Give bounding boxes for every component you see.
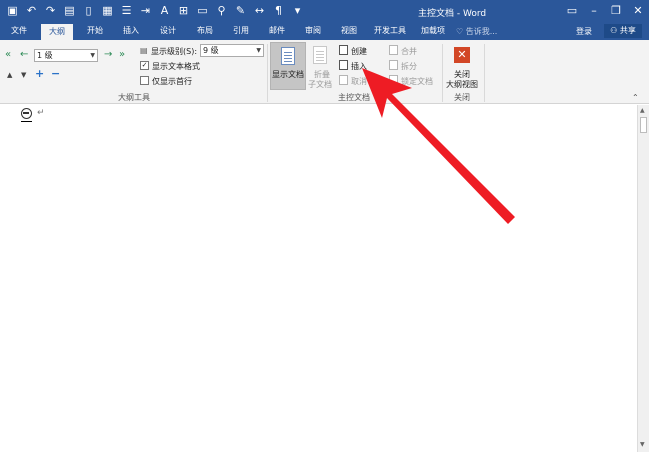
paragraph-mark: ↵ — [37, 108, 45, 118]
show-document-button[interactable] — [270, 42, 306, 90]
scroll-up-icon[interactable]: ▲ — [640, 107, 645, 114]
close-outline-view-icon[interactable]: ✕ — [454, 47, 470, 63]
merge-icon[interactable] — [389, 45, 398, 55]
text-cursor — [21, 121, 32, 122]
outline-level-select[interactable]: 1 级 ▼ — [34, 49, 98, 62]
tab-design[interactable]: 设计 — [153, 22, 183, 40]
show-text-format-label: 显示文本格式 — [152, 62, 200, 71]
restore-icon[interactable]: ❐ — [605, 0, 627, 22]
create-label[interactable]: 创建 — [351, 46, 367, 57]
move-down-icon[interactable]: ▼ — [21, 71, 26, 79]
group-separator — [484, 44, 485, 102]
window-title: 主控文档 - Word — [418, 9, 487, 19]
undo-icon[interactable]: ↶ — [23, 3, 40, 19]
demote-icon[interactable]: → — [104, 49, 112, 60]
font-color-icon[interactable]: A — [156, 3, 173, 19]
group-separator — [267, 44, 268, 102]
window-controls: ▭ – ❐ ✕ — [561, 0, 649, 22]
chevron-down-icon: ▼ — [90, 52, 95, 59]
lock-document-label[interactable]: 锁定文档 — [401, 76, 433, 87]
minimize-icon[interactable]: – — [583, 0, 605, 22]
group-separator — [442, 44, 443, 102]
share-button[interactable]: ⚇ 共享 — [604, 24, 642, 38]
master-document-group-label: 主控文档 — [338, 93, 370, 102]
paragraph-icon[interactable]: ¶ — [270, 3, 287, 19]
tab-layout[interactable]: 布局 — [190, 22, 220, 40]
outline-bullet-icon[interactable] — [21, 108, 32, 119]
move-icon[interactable]: ⇥ — [137, 3, 154, 19]
tab-references[interactable]: 引用 — [226, 22, 256, 40]
split-icon[interactable] — [389, 60, 398, 70]
tab-insert[interactable]: 插入 — [116, 22, 146, 40]
format-painter-icon[interactable]: ✎ — [232, 3, 249, 19]
paste-icon[interactable]: ▦ — [99, 3, 116, 19]
horizontal-spacing-icon[interactable]: ↔ — [251, 3, 268, 19]
login-link[interactable]: 登录 — [576, 26, 592, 37]
merge-label[interactable]: 合并 — [401, 46, 417, 57]
show-level-value: 9 级 — [203, 46, 219, 55]
show-first-line-checkbox[interactable] — [140, 76, 149, 85]
outline-tools-group-label: 大纲工具 — [118, 93, 150, 102]
collapse-ribbon-icon[interactable]: ⌃ — [632, 93, 639, 102]
tab-mailings[interactable]: 邮件 — [262, 22, 292, 40]
create-subdocument-icon[interactable] — [339, 45, 348, 55]
tab-outline[interactable]: 大纲 — [41, 24, 73, 40]
unlink-subdocument-icon[interactable] — [339, 75, 348, 85]
spacing-icon[interactable]: ▭ — [194, 3, 211, 19]
lightbulb-icon: ♡ — [456, 27, 464, 36]
customize-toolbar-icon[interactable]: ▾ — [289, 3, 306, 19]
tab-developer[interactable]: 开发工具 — [369, 22, 411, 40]
move-up-icon[interactable]: ▲ — [7, 71, 12, 79]
demote-to-body-icon[interactable]: » — [119, 49, 125, 60]
title-bar: ▣ ↶ ↷ ▤ ▯ ▦ ☰ ⇥ A ⊞ ▭ ⚲ ✎ ↔ ¶ ▾ 主控文档 - W… — [0, 0, 649, 22]
chevron-down-icon: ▼ — [256, 47, 261, 54]
expand-icon[interactable]: + — [35, 67, 44, 80]
share-label: 共享 — [619, 26, 636, 35]
insert-subdocument-icon[interactable] — [339, 60, 348, 70]
tab-home[interactable]: 开始 — [80, 22, 110, 40]
save-icon[interactable]: ▣ — [4, 3, 21, 19]
vertical-scrollbar[interactable]: ▲ ▼ — [637, 105, 649, 452]
ribbon-tabs: 文件 大纲 开始 插入 设计 布局 引用 邮件 审阅 视图 开发工具 加载项 ♡… — [0, 22, 649, 40]
tab-addins[interactable]: 加载项 — [416, 22, 450, 40]
scroll-thumb[interactable] — [640, 117, 647, 133]
promote-icon[interactable]: ← — [20, 49, 28, 60]
close-outline-label-2[interactable]: 大纲视图 — [446, 79, 478, 90]
tab-file[interactable]: 文件 — [4, 22, 34, 40]
collapse-subdocuments-icon[interactable] — [313, 46, 327, 64]
tell-me-box[interactable]: ♡ 告诉我... — [456, 26, 497, 37]
new-document-icon[interactable]: ▯ — [80, 3, 97, 19]
print-preview-icon[interactable]: ▤ — [61, 3, 78, 19]
show-text-format-checkbox[interactable]: ✓ — [140, 61, 149, 70]
quick-access-toolbar: ▣ ↶ ↷ ▤ ▯ ▦ ☰ ⇥ A ⊞ ▭ ⚲ ✎ ↔ ¶ ▾ — [4, 3, 306, 19]
show-document-label: 显示文档 — [272, 70, 304, 79]
ribbon-display-icon[interactable]: ▭ — [561, 0, 583, 22]
collapse-icon[interactable]: − — [51, 67, 60, 80]
close-window-icon[interactable]: ✕ — [627, 0, 649, 22]
collapse-subdocuments-label-2: 子文档 — [308, 80, 332, 89]
ribbon: « ← 1 级 ▼ → » ▲ ▼ + − ▤ 显示级别(S): 9 级 ▼ ✓… — [0, 40, 649, 104]
lock-document-icon[interactable] — [389, 75, 398, 85]
tell-me-text: 告诉我... — [465, 27, 498, 36]
split-label[interactable]: 拆分 — [401, 61, 417, 72]
redo-icon[interactable]: ↷ — [42, 3, 59, 19]
show-level-label: 显示级别(S): — [151, 47, 198, 56]
close-group-label: 关闭 — [454, 93, 470, 102]
tab-review[interactable]: 审阅 — [298, 22, 328, 40]
list-icon[interactable]: ☰ — [118, 3, 135, 19]
show-first-line-label: 仅显示首行 — [152, 77, 192, 86]
unlink-label[interactable]: 取消 — [351, 76, 367, 87]
scroll-down-icon[interactable]: ▼ — [640, 441, 645, 448]
person-icon: ⚇ — [610, 26, 618, 35]
document-area[interactable] — [0, 105, 637, 452]
find-icon[interactable]: ⚲ — [213, 3, 230, 19]
show-level-icon: ▤ — [140, 46, 148, 55]
promote-to-heading1-icon[interactable]: « — [5, 49, 11, 60]
table-icon[interactable]: ⊞ — [175, 3, 192, 19]
insert-label[interactable]: 插入 — [351, 61, 367, 72]
show-document-icon — [281, 47, 295, 65]
tab-view[interactable]: 视图 — [334, 22, 364, 40]
show-level-select[interactable]: 9 级 ▼ — [200, 44, 264, 57]
outline-level-value: 1 级 — [37, 51, 53, 60]
